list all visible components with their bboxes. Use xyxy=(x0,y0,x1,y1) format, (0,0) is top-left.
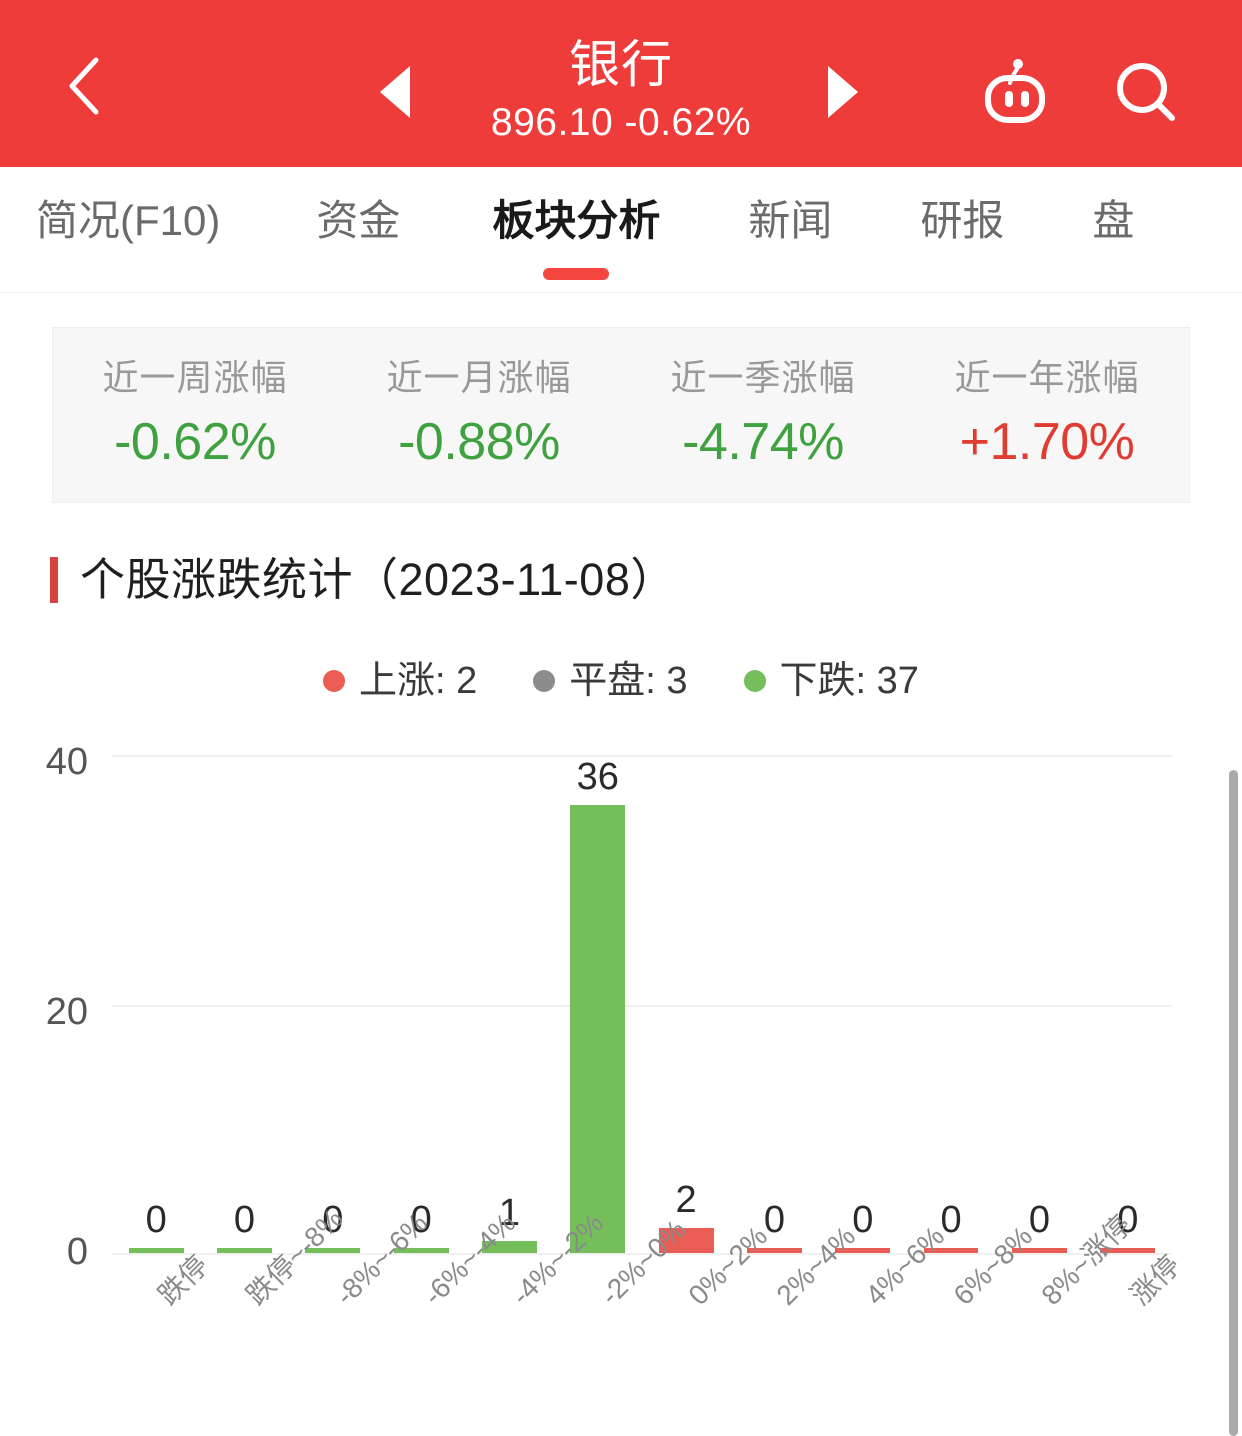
bar-value-label: 0 xyxy=(763,1199,786,1241)
bar-rect[interactable] xyxy=(217,1248,272,1253)
bar-value-label: 0 xyxy=(852,1199,874,1241)
x-label-slot: -2%~0% xyxy=(554,1214,691,1411)
chevron-left-icon xyxy=(69,57,99,115)
chart-plot-area: 0 0 0 0 1 36 2 0 0 0 0 0 xyxy=(112,755,1172,1253)
robot-icon xyxy=(985,59,1045,123)
legend-dot-up-icon xyxy=(323,670,346,692)
x-label-slot: 8%~涨停 xyxy=(995,1209,1138,1411)
x-axis-labels: 跌停 跌停~-8% -8%~-6% -6%~-4% -4%~-2% -2%~0% 0%~2%… xyxy=(112,1203,1186,1411)
legend-label-flat: 平盘: 3 xyxy=(569,660,688,702)
bar-slot[interactable]: 0 xyxy=(730,755,818,1253)
bar-slot[interactable]: 2 xyxy=(642,755,730,1253)
tab-research[interactable]: 研报 xyxy=(920,187,1004,248)
ai-assistant-button[interactable] xyxy=(977,57,1053,127)
legend-dot-flat-icon xyxy=(533,670,556,692)
x-label-slot: 跌停 xyxy=(112,1250,215,1411)
x-label-slot: 涨停 xyxy=(1084,1250,1186,1411)
bar-slot[interactable]: 0 xyxy=(112,755,200,1253)
tab-overview[interactable]: 简况(F10) xyxy=(36,187,220,248)
bar-slot[interactable]: 0 xyxy=(1084,755,1172,1253)
stat-month-value: -0.88% xyxy=(398,413,560,471)
bar-slot[interactable]: 0 xyxy=(995,755,1083,1253)
x-axis-tick-label: 涨停 xyxy=(1124,1249,1186,1312)
legend-item-up[interactable]: 上涨: 2 xyxy=(323,659,477,703)
bar-slot[interactable]: 0 xyxy=(819,755,907,1253)
stat-year-label: 近一年涨幅 xyxy=(954,357,1140,398)
bar-value-label: 2 xyxy=(675,1179,697,1222)
bar-value-label: 36 xyxy=(576,755,619,798)
legend-label-down: 下跌: 37 xyxy=(779,660,919,702)
tab-news[interactable]: 新闻 xyxy=(748,187,832,248)
tab-market[interactable]: 盘 xyxy=(1092,187,1134,248)
y-tick-20: 20 xyxy=(45,991,88,1033)
tab-active-indicator xyxy=(543,268,610,280)
bar-slot[interactable]: 0 xyxy=(907,755,995,1253)
app-header: 银行 896.10 -0.62% xyxy=(0,0,1242,167)
bar-value-label: 0 xyxy=(940,1199,962,1241)
triangle-right-icon xyxy=(828,66,858,118)
stat-year: 近一年涨幅 +1.70% xyxy=(905,356,1189,474)
bar-slot[interactable]: 0 xyxy=(200,755,288,1253)
x-label-slot: 4%~6% xyxy=(819,1220,950,1411)
section-header: 个股涨跌统计（2023-11-08） xyxy=(0,503,1242,605)
x-label-slot: -4%~-2% xyxy=(465,1207,610,1411)
bar-slot[interactable]: 0 xyxy=(377,755,465,1253)
stat-week-value: -0.62% xyxy=(114,413,276,471)
stat-quarter: 近一季涨幅 -4.74% xyxy=(621,356,905,474)
back-button[interactable] xyxy=(52,54,116,118)
sector-name: 银行 xyxy=(568,36,673,93)
stat-month: 近一月涨幅 -0.88% xyxy=(337,356,621,474)
stat-week: 近一周涨幅 -0.62% xyxy=(53,356,337,474)
section-accent-bar xyxy=(50,557,58,603)
page-scrollbar[interactable] xyxy=(1229,770,1238,1436)
performance-stats-wrapper: 近一周涨幅 -0.62% 近一月涨幅 -0.88% 近一季涨幅 -4.74% 近… xyxy=(0,293,1242,503)
bar-rect[interactable] xyxy=(570,804,626,1253)
legend-item-flat[interactable]: 平盘: 3 xyxy=(533,659,688,703)
bar-value-label: 0 xyxy=(233,1199,256,1241)
x-label-slot: 0%~2% xyxy=(642,1220,774,1411)
bar-slot[interactable]: 0 xyxy=(289,755,377,1253)
legend-item-down[interactable]: 下跌: 37 xyxy=(743,659,919,703)
y-tick-40: 40 xyxy=(45,741,88,783)
previous-sector-button[interactable] xyxy=(372,66,418,118)
sector-price-change: 896.10 -0.62% xyxy=(490,101,752,144)
triangle-left-icon xyxy=(380,66,410,118)
bar-value-label: 0 xyxy=(1028,1199,1050,1241)
stat-month-label: 近一月涨幅 xyxy=(386,357,572,398)
stat-year-value: +1.70% xyxy=(959,413,1135,471)
x-label-slot: 6%~8% xyxy=(907,1220,1039,1411)
tab-sector-analysis-label: 板块分析 xyxy=(492,197,661,244)
search-button[interactable] xyxy=(1108,58,1184,128)
bar-rect[interactable] xyxy=(128,1248,184,1253)
y-tick-0: 0 xyxy=(66,1231,88,1273)
stat-quarter-label: 近一季涨幅 xyxy=(670,357,856,398)
stat-week-label: 近一周涨幅 xyxy=(102,357,288,398)
bar-group: 0 0 0 0 1 36 2 0 0 0 0 0 xyxy=(112,755,1172,1253)
legend-label-up: 上涨: 2 xyxy=(359,660,478,702)
stat-quarter-value: -4.74% xyxy=(682,413,844,471)
bar-slot[interactable]: 36 xyxy=(554,755,642,1253)
x-label-slot: -8%~-6% xyxy=(289,1207,433,1411)
tab-bar[interactable]: 简况(F10) 资金 板块分析 新闻 研报 盘 xyxy=(0,167,1242,293)
x-label-slot: 跌停~-8% xyxy=(200,1203,349,1411)
bar-slot[interactable]: 1 xyxy=(465,755,553,1253)
search-icon xyxy=(1117,63,1175,121)
section-title: 个股涨跌统计（2023-11-08） xyxy=(80,554,676,605)
tab-funds[interactable]: 资金 xyxy=(316,187,400,248)
next-sector-button[interactable] xyxy=(820,66,866,118)
distribution-bar-chart: 40 20 0 0 0 0 0 1 36 2 0 0 0 0 0 跌停 跌停~-8% -8%~-6% -6%… xyxy=(0,721,1242,1311)
chart-legend: 上涨: 2 平盘: 3 下跌: 37 xyxy=(0,659,1242,703)
legend-dot-down-icon xyxy=(743,670,766,692)
header-title-block: 银行 896.10 -0.62% xyxy=(0,36,1242,147)
x-label-slot: -6%~-4% xyxy=(377,1207,522,1411)
bar-value-label: 0 xyxy=(145,1199,167,1241)
x-label-slot: 2%~4% xyxy=(730,1220,862,1411)
performance-stats-panel: 近一周涨幅 -0.62% 近一月涨幅 -0.88% 近一季涨幅 -4.74% 近… xyxy=(52,327,1190,503)
tab-sector-analysis[interactable]: 板块分析 xyxy=(492,187,661,280)
